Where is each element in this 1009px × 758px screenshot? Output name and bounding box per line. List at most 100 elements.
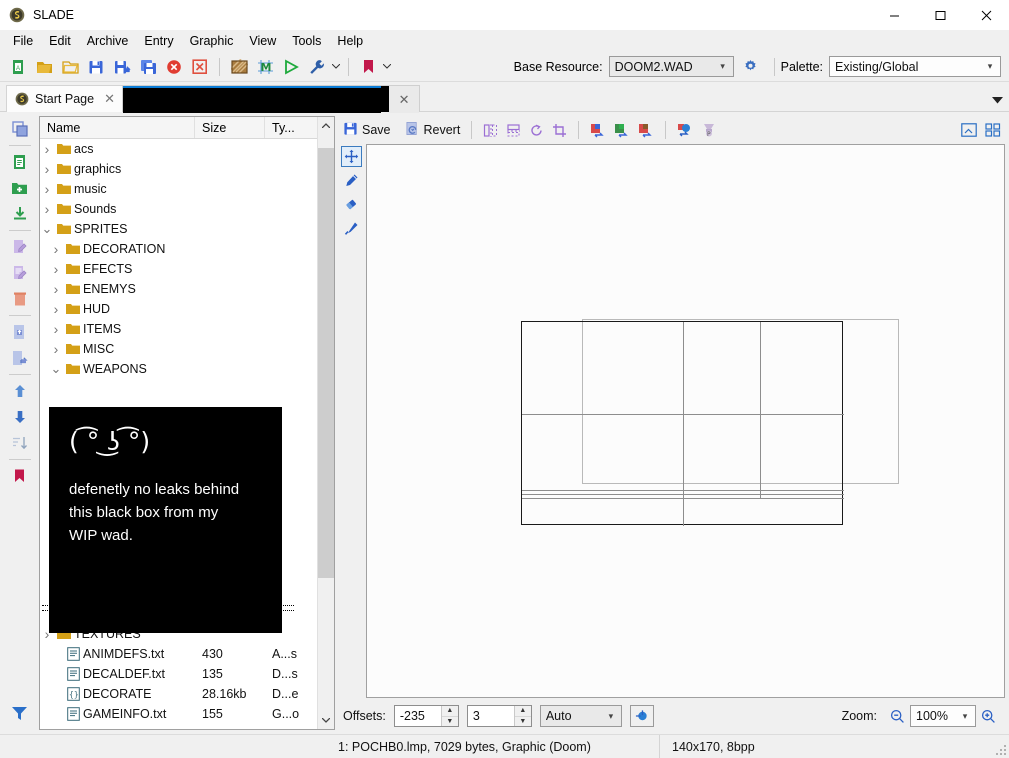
scroll-down-icon[interactable] [318,712,334,729]
edit-entry-icon[interactable] [6,260,34,286]
spin-up-icon[interactable]: ▲ [514,706,531,717]
chevron-right-icon[interactable]: › [40,201,54,217]
export-entry-as-icon[interactable] [6,345,34,371]
filter-icon[interactable] [6,700,34,726]
alpha-map-icon[interactable] [673,118,697,142]
list-item[interactable]: › graphics [40,159,334,179]
new-archive-icon[interactable]: A [5,55,31,79]
scrollbar-thumb[interactable] [318,148,334,578]
list-item[interactable]: › ITEMS [40,319,334,339]
move-tool-icon[interactable] [341,146,362,167]
colourise-icon[interactable] [610,118,634,142]
texture-editor-icon[interactable] [226,55,252,79]
close-icon[interactable] [963,0,1009,30]
spin-down-icon[interactable]: ▼ [515,717,531,727]
chevron-right-icon[interactable]: › [40,161,54,177]
chevron-right-icon[interactable]: › [49,281,63,297]
save-archive-icon[interactable] [83,55,109,79]
column-header-size[interactable]: Size [195,117,265,138]
list-item[interactable]: › EFECTS [40,259,334,279]
move-up-icon[interactable] [6,378,34,404]
import-entry-icon[interactable] [6,201,34,227]
new-entry-group-icon[interactable] [6,116,34,142]
delete-entry-icon[interactable] [6,286,34,312]
gear-icon[interactable] [738,55,764,79]
column-header-name[interactable]: Name [40,117,195,138]
list-item[interactable]: › DECORATION [40,239,334,259]
chevron-right-icon[interactable]: › [40,141,54,157]
revert-button[interactable]: Revert [401,118,465,142]
menu-file[interactable]: File [5,31,41,51]
menu-edit[interactable]: Edit [41,31,79,51]
bookmarks-chevron-down-icon[interactable] [381,55,393,79]
scrollbar-track[interactable] [318,134,334,712]
sort-entries-icon[interactable] [6,430,34,456]
save-all-icon[interactable] [135,55,161,79]
save-as-archive-icon[interactable] [109,55,135,79]
maintenance-chevron-down-icon[interactable] [330,55,342,79]
export-entry-icon[interactable] [6,319,34,345]
maintenance-icon[interactable] [304,55,330,79]
list-item[interactable]: › music [40,179,334,199]
menu-view[interactable]: View [241,31,284,51]
open-folder-icon[interactable] [57,55,83,79]
move-down-icon[interactable] [6,404,34,430]
chevron-right-icon[interactable]: › [49,301,63,317]
eraser-tool-icon[interactable] [341,194,362,215]
chevron-right-icon[interactable]: › [49,321,63,337]
offset-y-value[interactable]: 3 [468,706,514,726]
menu-archive[interactable]: Archive [79,31,137,51]
brightness-icon[interactable] [957,118,981,142]
spin-up-icon[interactable]: ▲ [441,706,458,717]
new-entry-icon[interactable] [6,149,34,175]
rotate-icon[interactable] [525,118,548,142]
graphic-canvas[interactable] [366,144,1005,698]
tab-close-icon[interactable]: ✕ [389,86,420,113]
menu-help[interactable]: Help [329,31,371,51]
menu-graphic[interactable]: Graphic [182,31,242,51]
tree-vertical-scrollbar[interactable] [317,117,334,729]
tint-icon[interactable] [634,118,658,142]
run-map-icon[interactable] [278,55,304,79]
list-item[interactable]: ⌄ SPRITES [40,219,334,239]
resize-grip-icon[interactable] [994,743,1006,755]
list-item[interactable]: ⌄ WEAPONS [40,359,334,379]
dropper-tool-icon[interactable] [341,218,362,239]
list-item[interactable]: › acs [40,139,334,159]
translate-colours-icon[interactable]: P [697,118,721,142]
tab-overflow-chevron-icon[interactable] [992,96,1003,107]
map-editor-icon[interactable]: M [252,55,278,79]
list-item[interactable]: DECALDEF.txt 135 D...s [40,664,334,684]
list-item[interactable]: › Sounds [40,199,334,219]
bookmarks-icon[interactable] [355,55,381,79]
convert-format-icon[interactable] [586,118,610,142]
new-directory-icon[interactable] [6,175,34,201]
chevron-right-icon[interactable]: › [40,181,54,197]
chevron-right-icon[interactable]: › [49,261,63,277]
list-item[interactable]: {} DECORATE 28.16kb D...e [40,684,334,704]
chevron-right-icon[interactable]: › [49,241,63,257]
offset-type-combo[interactable]: Auto ▾ [539,705,622,727]
list-item[interactable]: › ENEMYS [40,279,334,299]
tab-close-icon[interactable]: ✕ [103,91,116,107]
save-button[interactable]: Save [339,118,395,142]
list-item[interactable]: GAMEINFO.txt 155 G...o [40,704,334,724]
open-archive-icon[interactable] [31,55,57,79]
palette-combo[interactable]: Existing/Global ▾ [829,56,1001,77]
zoom-in-icon[interactable] [981,709,996,724]
mirror-horizontal-icon[interactable] [479,118,502,142]
zoom-combo[interactable]: 100% ▾ [910,705,976,727]
crop-icon[interactable] [548,118,571,142]
bookmark-icon[interactable] [6,463,34,489]
tab-start-page[interactable]: Start Page ✕ [6,85,124,112]
grid-icon[interactable] [981,118,1005,142]
list-item[interactable]: ANIMDEFS.txt 430 A...s [40,644,334,664]
mirror-vertical-icon[interactable] [502,118,525,142]
pencil-tool-icon[interactable] [341,170,362,191]
maximize-icon[interactable] [917,0,963,30]
chevron-right-icon[interactable]: › [49,341,63,357]
base-resource-combo[interactable]: DOOM2.WAD ▾ [608,56,734,77]
close-archive-icon[interactable] [161,55,187,79]
scroll-up-icon[interactable] [318,117,334,134]
rename-entry-icon[interactable] [6,234,34,260]
